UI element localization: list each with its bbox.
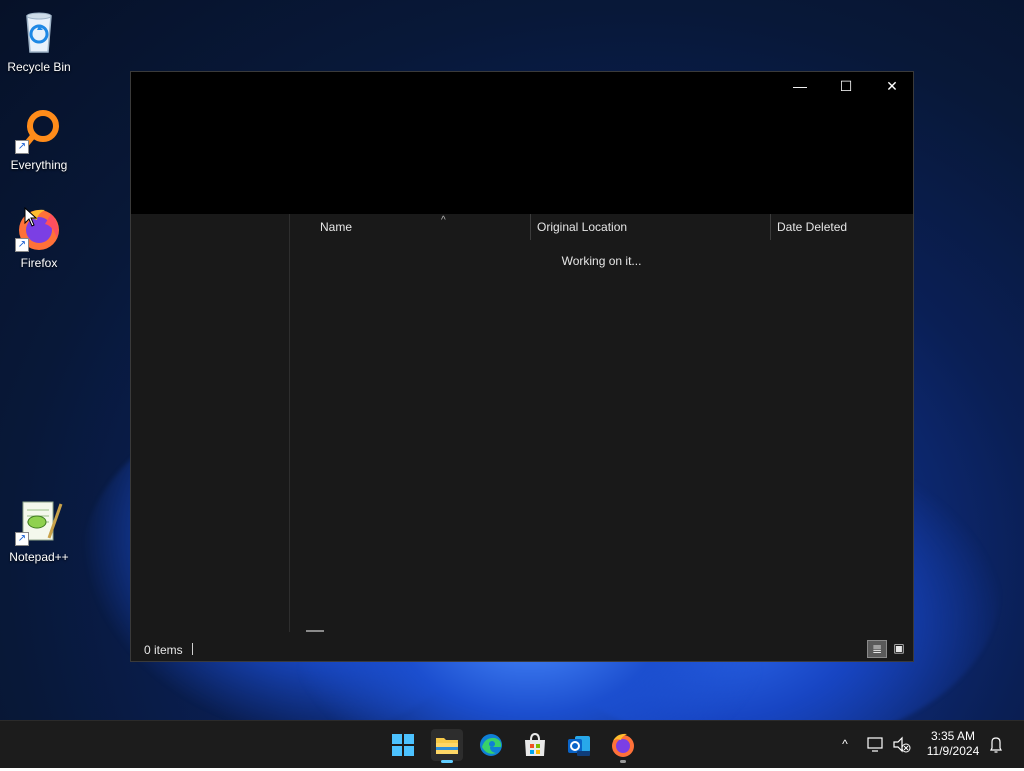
firefox-icon: ↗ [15,204,63,252]
minimize-icon: — [793,78,807,94]
active-app-indicator [441,760,453,763]
outlook-new-icon [568,736,590,756]
desktop-icon-label: Everything [10,158,68,172]
details-view-button[interactable]: ≣ [867,640,887,658]
volume-button[interactable] [890,721,914,768]
taskbar-outlook[interactable] [563,729,595,761]
clock-date: 11/9/2024 [926,744,980,758]
horizontal-scrollbar[interactable] [306,630,324,632]
status-bar: 0 items ≣ ▣ [131,637,913,661]
network-status-button[interactable] [864,721,888,768]
microsoft-store-icon [525,732,545,756]
column-header-original-location[interactable]: Original Location [531,214,770,240]
taskbar-firefox[interactable] [607,729,639,763]
file-list-pane[interactable]: Name ^ Original Location Date Deleted Wo… [290,214,913,632]
mouse-cursor-icon [24,207,38,227]
column-header-name[interactable]: Name ^ [314,214,530,240]
desktop-icon-label: Firefox [20,256,58,270]
shortcut-arrow-icon: ↗ [15,238,29,252]
bell-icon [990,737,1002,753]
status-divider [192,643,193,655]
notifications-button[interactable] [986,721,1006,768]
edge-icon [480,734,502,756]
sort-ascending-icon: ^ [441,215,446,226]
close-icon: ✕ [886,78,898,94]
taskbar-file-explorer[interactable] [431,729,463,763]
minimize-button[interactable]: — [777,72,823,100]
taskbar: ^ 3:35 AM 11/9/2024 [0,720,1024,768]
desktop-icon-everything[interactable]: ↗ Everything [1,106,77,172]
close-button[interactable]: ✕ [869,72,915,100]
large-icons-view-button[interactable]: ▣ [889,640,909,658]
firefox-icon [612,733,634,757]
everything-search-icon: ↗ [15,106,63,154]
chevron-up-icon: ^ [842,737,848,751]
desktop-icon-firefox[interactable]: ↗ Firefox [1,204,77,270]
network-icon [867,737,883,752]
volume-muted-icon [893,736,911,753]
desktop-icon-recycle-bin[interactable]: Recycle Bin [1,8,77,74]
large-icons-view-icon: ▣ [893,641,905,655]
details-view-icon: ≣ [871,642,883,656]
start-button[interactable] [387,729,419,761]
loading-message: Working on it... [561,254,642,268]
desktop-icon-label: Recycle Bin [7,60,71,74]
file-explorer-icon [436,738,458,754]
shortcut-arrow-icon: ↗ [15,140,29,154]
clock-time: 3:35 AM [930,729,976,743]
show-hidden-icons-button[interactable]: ^ [834,721,856,768]
shortcut-arrow-icon: ↗ [15,532,29,546]
start-icon [392,734,414,756]
recycle-bin-window: — ☐ ✕ Name ^ Original Location Date Dele… [130,71,914,662]
title-bar[interactable]: — ☐ ✕ [131,72,913,214]
navigation-pane[interactable] [131,214,290,632]
desktop-icon-notepad-plus-plus[interactable]: ↗ Notepad++ [1,498,77,564]
maximize-button[interactable]: ☐ [823,72,869,100]
desktop-icon-label: Notepad++ [9,550,69,564]
taskbar-edge[interactable] [475,729,507,761]
recycle-bin-icon [15,8,63,56]
notepad-plus-plus-icon: ↗ [15,498,63,546]
maximize-icon: ☐ [839,78,853,94]
system-clock[interactable]: 3:35 AM 11/9/2024 [920,729,986,759]
item-count: 0 items [144,643,183,657]
taskbar-microsoft-store[interactable] [519,729,551,761]
running-app-indicator [620,760,626,763]
column-header-date-deleted[interactable]: Date Deleted [771,214,913,240]
